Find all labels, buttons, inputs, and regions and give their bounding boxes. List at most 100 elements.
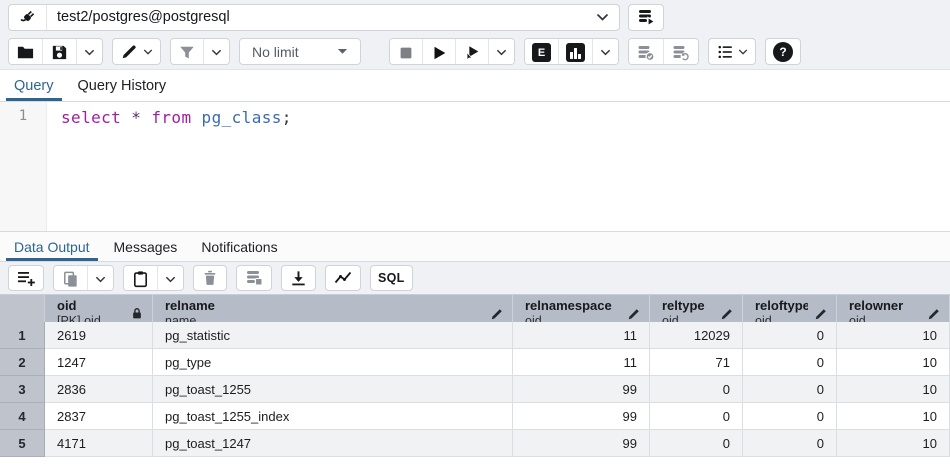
connection-selector[interactable]: test2/postgres@postgresql: [47, 5, 619, 30]
explain-analyze-button[interactable]: [558, 39, 592, 65]
tab-data-output[interactable]: Data Output: [2, 232, 102, 261]
pencil-icon: [120, 43, 138, 61]
cell-reloftype[interactable]: 0: [743, 376, 837, 403]
cell-relname[interactable]: pg_type: [153, 349, 513, 376]
show-sql-button[interactable]: SQL: [370, 265, 413, 291]
save-file-button[interactable]: [42, 39, 76, 65]
cell-oid[interactable]: 2619: [45, 322, 153, 349]
edit-pencil-icon: [720, 307, 734, 321]
execute-options-button[interactable]: [488, 39, 514, 65]
cell-relowner[interactable]: 10: [837, 403, 950, 430]
cell-reloftype[interactable]: 0: [743, 403, 837, 430]
paste-button[interactable]: [124, 266, 157, 291]
connection-bar: test2/postgres@postgresql: [0, 0, 950, 34]
pencil-icon[interactable]: [490, 307, 504, 321]
copy-options-button[interactable]: [87, 266, 113, 291]
cell-relowner[interactable]: 10: [837, 376, 950, 403]
column-name: reloftype: [755, 298, 808, 314]
cell-relowner[interactable]: 10: [837, 349, 950, 376]
new-connection-button[interactable]: [628, 4, 664, 31]
cell-relnamespace[interactable]: 99: [513, 403, 650, 430]
cell-relnamespace[interactable]: 11: [513, 349, 650, 376]
editor-code-area[interactable]: select * from pg_class;: [47, 102, 950, 231]
tab-query[interactable]: Query: [2, 70, 66, 101]
explain-options-button[interactable]: [592, 39, 618, 65]
pencil-icon[interactable]: [627, 307, 641, 321]
cell-relname[interactable]: pg_toast_1247: [153, 430, 513, 457]
commit-button[interactable]: [629, 39, 663, 65]
execute-button[interactable]: [422, 39, 455, 65]
copy-group: [53, 265, 114, 291]
cell-oid[interactable]: 2837: [45, 403, 153, 430]
row-limit-select[interactable]: No limit: [239, 38, 361, 65]
cell-reltype[interactable]: 12029: [650, 322, 743, 349]
cell-reltype[interactable]: 71: [650, 349, 743, 376]
explain-button[interactable]: E: [525, 39, 558, 65]
chart-button[interactable]: [325, 265, 361, 291]
add-row-button[interactable]: [8, 265, 44, 291]
cell-relnamespace[interactable]: 11: [513, 322, 650, 349]
database-save-icon: [244, 268, 264, 288]
help-button[interactable]: ?: [765, 38, 801, 65]
cell-relowner[interactable]: 10: [837, 430, 950, 457]
paste-group: [123, 265, 184, 291]
file-group: [8, 38, 103, 65]
edit-pencil-icon: [927, 307, 941, 321]
filter-options-button[interactable]: [203, 39, 229, 65]
cell-relnamespace[interactable]: 99: [513, 376, 650, 403]
stop-button[interactable]: [390, 39, 422, 65]
cell-reltype[interactable]: 0: [650, 403, 743, 430]
dropdown-arrow-icon: [337, 48, 348, 55]
save-options-button[interactable]: [76, 39, 102, 65]
sql-line: select * from pg_class;: [61, 108, 950, 127]
cell-relname[interactable]: pg_toast_1255_index: [153, 403, 513, 430]
lock-icon: [130, 306, 144, 321]
cell-reloftype[interactable]: 0: [743, 322, 837, 349]
explain-icon: E: [532, 43, 551, 62]
lock-icon: [130, 306, 144, 321]
column-name: oid: [57, 298, 124, 314]
execute-from-cursor-button[interactable]: [455, 39, 488, 65]
tab-messages-label: Messages: [114, 239, 178, 255]
cell-reltype[interactable]: 0: [650, 376, 743, 403]
paste-options-button[interactable]: [157, 266, 183, 291]
cell-reloftype[interactable]: 0: [743, 349, 837, 376]
edit-pencil-icon: [814, 307, 828, 321]
cell-relname[interactable]: pg_statistic: [153, 322, 513, 349]
plug-icon: [18, 7, 38, 27]
cell-oid[interactable]: 2836: [45, 376, 153, 403]
download-button[interactable]: [281, 265, 316, 291]
row-number[interactable]: 5: [0, 430, 45, 457]
pencil-icon[interactable]: [720, 307, 734, 321]
tab-notifications[interactable]: Notifications: [189, 232, 289, 261]
save-data-changes-button[interactable]: [236, 265, 272, 291]
cell-relowner[interactable]: 10: [837, 322, 950, 349]
delete-row-button[interactable]: [193, 265, 227, 291]
results-grid: oid[PK] oidrelnamenamerelnamespaceoidrel…: [0, 295, 950, 468]
copy-button[interactable]: [54, 266, 87, 291]
cell-oid[interactable]: 4171: [45, 430, 153, 457]
row-number[interactable]: 3: [0, 376, 45, 403]
cell-oid[interactable]: 1247: [45, 349, 153, 376]
edit-dropdown-button[interactable]: [112, 38, 161, 65]
filter-button[interactable]: [171, 39, 203, 65]
connection-name: test2/postgres@postgresql: [57, 9, 588, 25]
sql-token-plain: [121, 108, 131, 127]
row-number[interactable]: 1: [0, 322, 45, 349]
open-file-button[interactable]: [9, 39, 42, 65]
cell-reltype[interactable]: 0: [650, 430, 743, 457]
pencil-icon[interactable]: [814, 307, 828, 321]
sql-editor[interactable]: 1 select * from pg_class;: [0, 102, 950, 231]
cell-relnamespace[interactable]: 99: [513, 430, 650, 457]
rollback-button[interactable]: [663, 39, 698, 65]
pencil-icon[interactable]: [927, 307, 941, 321]
chevron-down-icon: [143, 49, 153, 55]
tab-messages[interactable]: Messages: [102, 232, 190, 261]
row-number[interactable]: 4: [0, 403, 45, 430]
macros-button[interactable]: [708, 38, 756, 65]
tab-query-history[interactable]: Query History: [66, 70, 179, 101]
editor-gutter: 1: [0, 102, 47, 231]
row-number[interactable]: 2: [0, 349, 45, 376]
cell-reloftype[interactable]: 0: [743, 430, 837, 457]
cell-relname[interactable]: pg_toast_1255: [153, 376, 513, 403]
